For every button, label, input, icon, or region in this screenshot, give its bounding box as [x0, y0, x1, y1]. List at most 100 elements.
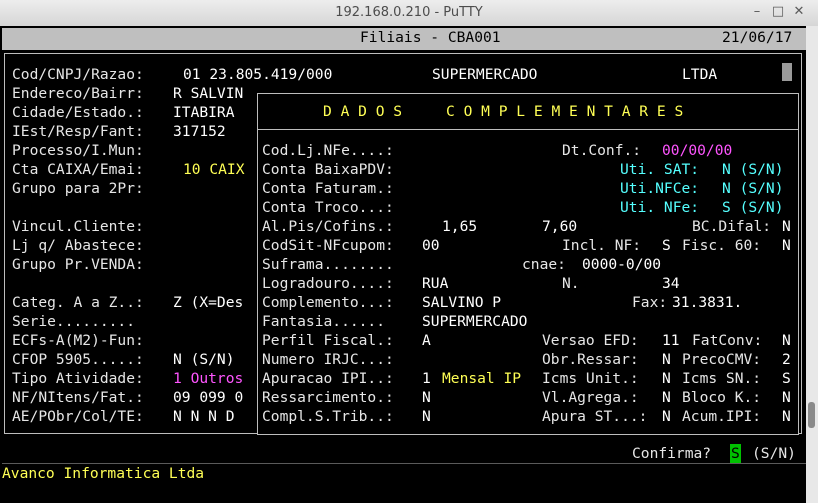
close-icon[interactable]: ✕	[791, 4, 807, 19]
grupopr-label: Grupo Pr.VENDA:	[12, 256, 144, 273]
icmssn-label: Icms SN.:	[682, 370, 762, 387]
ae-value[interactable]: N N N D	[173, 407, 235, 426]
tipo-label: Tipo Atividade:	[12, 370, 144, 387]
cod-label: Cod/CNPJ/Razao:	[12, 66, 144, 83]
processo-label: Processo/I.Mun:	[12, 142, 144, 159]
endereco-value[interactable]: R SALVIN	[173, 84, 243, 103]
apurast-label: Apura ST...:	[542, 408, 648, 425]
contabaixa-label: Conta BaixaPDV:	[262, 161, 394, 178]
utinfe-value[interactable]: S (S/N)	[722, 198, 784, 217]
grupo2-label: Grupo para 2Pr:	[12, 180, 144, 197]
logradouro-label: Logradouro....:	[262, 275, 394, 292]
endereco-label: Endereco/Bairr:	[12, 85, 144, 102]
fisc60-label: Fisc. 60:	[682, 237, 762, 254]
acumipi-label: Acum.IPI:	[682, 408, 762, 425]
utinfe-label: Uti. NFe:	[620, 199, 700, 216]
numero-label: N.	[562, 275, 580, 292]
header-separator	[2, 47, 806, 50]
complemento-label: Complemento...:	[262, 294, 394, 311]
confirm-input[interactable]: S	[731, 444, 740, 463]
versaoefd-label: Versao EFD:	[542, 332, 639, 349]
cnae-label: cnae:	[522, 256, 566, 273]
cnae-value[interactable]: 0000-0/00	[582, 255, 661, 274]
bcdifal-label: BC.Difal:	[692, 218, 772, 235]
contafat-label: Conta Faturam.:	[262, 180, 394, 197]
tipo-value[interactable]: 1 Outros	[173, 369, 243, 388]
ae-label: AE/PObr/Col/TE:	[12, 408, 144, 425]
fax-value[interactable]: 31.3831.	[672, 293, 742, 312]
complemento-value[interactable]: SALVINO P	[422, 293, 501, 312]
dtconf-value[interactable]: 00/00/00	[662, 141, 732, 160]
categ-value[interactable]: Z (X=Des	[173, 293, 243, 312]
nf-value[interactable]: 09 099 0	[173, 388, 243, 407]
compl-label: Compl.S.Trib..:	[262, 408, 394, 425]
codsit-label: CodSit-NFcupom:	[262, 237, 394, 254]
acumipi-value[interactable]: N	[782, 407, 791, 426]
compl-value[interactable]: N	[422, 407, 431, 426]
fisc60-value[interactable]: N	[782, 236, 791, 255]
apuracao-value[interactable]: 1	[422, 369, 431, 388]
vincul-label: Vincul.Cliente:	[12, 218, 144, 235]
versaoefd-value[interactable]: 11	[662, 331, 680, 350]
codsit-value[interactable]: 00	[422, 236, 440, 255]
precocmv-value[interactable]: 2	[782, 350, 791, 369]
footer-company: Avanco Informatica Ltda	[2, 465, 205, 482]
iest-label: IEst/Resp/Fant:	[12, 123, 144, 140]
screen-date: 21/06/17	[722, 29, 793, 46]
inclnf-value[interactable]: S	[662, 236, 671, 255]
inclnf-label: Incl. NF:	[562, 237, 642, 254]
terminal-screen[interactable]: Filiais - CBA001 21/06/17 Cod/CNPJ/Razao…	[0, 26, 806, 503]
scrollbar-track[interactable]	[806, 26, 818, 503]
logradouro-value[interactable]: RUA	[422, 274, 448, 293]
utinfce-label: Uti.NFCe:	[620, 180, 700, 197]
ecfs-label: ECFs-A(M2)-Fun:	[12, 332, 144, 349]
obrressar-label: Obr.Ressar:	[542, 351, 639, 368]
perfil-label: Perfil Fiscal.:	[262, 332, 394, 349]
cod-value[interactable]: 01 23.805.419/000	[183, 65, 332, 84]
utisat-value[interactable]: N (S/N)	[722, 160, 784, 179]
cfop-value[interactable]: N (S/N)	[173, 350, 235, 369]
blocok-label: Bloco K.:	[682, 389, 762, 406]
codlj-label: Cod.Lj.NFe....:	[262, 142, 394, 159]
perfil-value[interactable]: A	[422, 331, 431, 350]
cta-label: Cta CAIXA/Emai:	[12, 161, 144, 178]
razao-value-1[interactable]: SUPERMERCADO	[432, 65, 537, 84]
categ-label: Categ. A a Z..:	[12, 294, 144, 311]
icmssn-value[interactable]: S	[782, 369, 791, 388]
precocmv-label: PrecoCMV:	[682, 351, 762, 368]
vlagrega-value[interactable]: N	[662, 388, 671, 407]
serie-label: Serie.........	[12, 313, 136, 330]
numero-value[interactable]: 34	[662, 274, 680, 293]
contatroco-label: Conta Troco...:	[262, 199, 394, 216]
maximize-icon[interactable]: □	[770, 4, 786, 19]
ressarc-value[interactable]: N	[422, 388, 431, 407]
apurast-value[interactable]: N	[662, 407, 671, 426]
cursor-block	[782, 63, 792, 81]
iest-value[interactable]: 317152	[173, 122, 226, 141]
fatconv-value[interactable]: N	[782, 331, 791, 350]
dialog-title: D A D O S C O M P L E M E N T A R E S	[323, 103, 684, 120]
fantasia-value[interactable]: SUPERMERCADO	[422, 312, 527, 331]
fatconv-label: FatConv:	[692, 332, 763, 349]
obrressar-value[interactable]: N	[662, 350, 671, 369]
utisat-label: Uti. SAT:	[620, 161, 700, 178]
utinfce-value[interactable]: N (S/N)	[722, 179, 784, 198]
blocok-value[interactable]: N	[782, 388, 791, 407]
scrollbar-thumb[interactable]	[808, 402, 815, 428]
fantasia-label: Fantasia......	[262, 313, 386, 330]
minimize-icon[interactable]: –	[749, 4, 765, 19]
alpis-value[interactable]: 1,65	[442, 217, 477, 236]
alcofins-value[interactable]: 7,60	[542, 217, 577, 236]
fax-label: Fax:	[632, 294, 668, 311]
razao-value-2[interactable]: LTDA	[682, 65, 717, 84]
vlagrega-label: Vl.Agrega.:	[542, 389, 639, 406]
icmsunit-label: Icms Unit.:	[542, 370, 639, 387]
icmsunit-value[interactable]: N	[662, 369, 671, 388]
cidade-value[interactable]: ITABIRA	[173, 103, 235, 122]
bcdifal-value[interactable]: N	[782, 217, 791, 236]
cta-value[interactable]: 10 CAIX	[183, 160, 245, 179]
cidade-label: Cidade/Estado.:	[12, 104, 144, 121]
window-title: 192.168.0.210 - PuTTY	[335, 5, 483, 20]
dtconf-label: Dt.Conf.:	[562, 142, 642, 159]
confirm-options: (S/N)	[752, 445, 796, 462]
